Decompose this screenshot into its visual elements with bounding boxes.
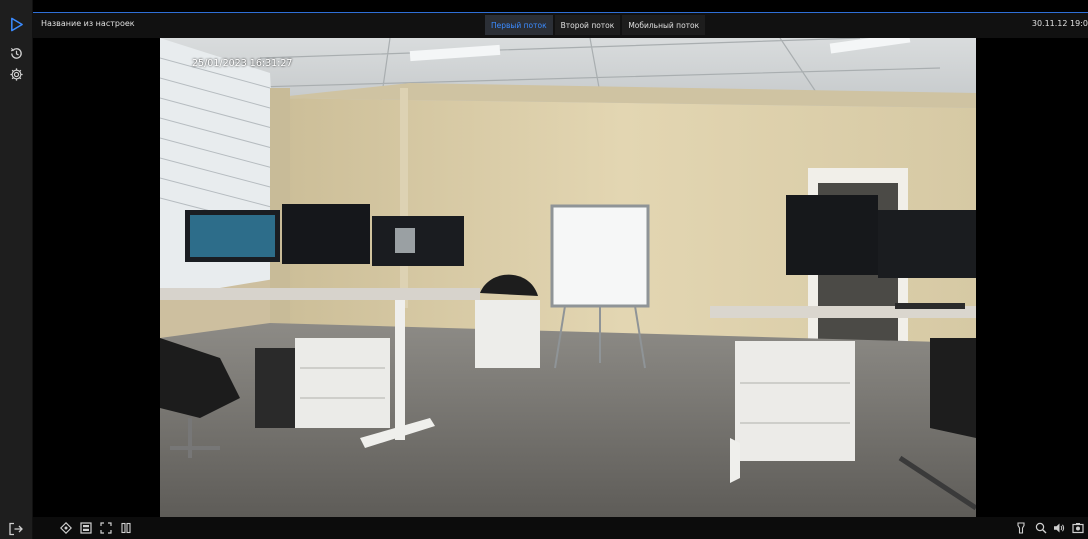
sidebar-item-settings[interactable] <box>8 66 25 83</box>
logout-icon <box>9 522 23 536</box>
fullscreen-icon <box>100 522 112 534</box>
camera-frame-image <box>160 38 976 517</box>
gear-icon <box>10 68 23 81</box>
layout-button[interactable] <box>79 521 93 535</box>
header-bar: Название из настроек Первый поток Второй… <box>33 13 1088 38</box>
video-timestamp: 25/01/2023 16:31:27 <box>192 58 293 69</box>
tab-mobile-stream[interactable]: Мобильный поток <box>622 15 706 35</box>
clock: 30.11.12 19:0 <box>1031 19 1088 28</box>
history-icon <box>10 47 22 59</box>
snapshot-button[interactable] <box>1071 521 1085 535</box>
play-icon <box>11 17 23 32</box>
tab-second-stream[interactable]: Второй поток <box>554 15 621 35</box>
stream-tabs: Первый поток Второй поток Мобильный пото… <box>485 15 706 35</box>
pause-icon <box>121 522 131 534</box>
layout-icon <box>80 522 92 534</box>
ptz-icon <box>60 522 72 534</box>
camera-viewer: Название из настроек Первый поток Второй… <box>0 0 1088 539</box>
zoom-icon <box>1035 522 1047 534</box>
bottom-toolbar <box>33 517 1088 539</box>
snapshot-icon <box>1072 523 1084 534</box>
ptz-button[interactable] <box>59 521 73 535</box>
zoom-button[interactable] <box>1034 521 1048 535</box>
camera-title: Название из настроек <box>41 19 135 28</box>
video-stream[interactable]: 25/01/2023 16:31:27 <box>160 38 976 517</box>
logout-button[interactable] <box>8 521 24 536</box>
tab-first-stream[interactable]: Первый поток <box>485 15 553 35</box>
left-sidebar <box>0 0 33 539</box>
flashlight-icon <box>1017 522 1025 534</box>
volume-icon <box>1054 523 1065 533</box>
flashlight-button[interactable] <box>1014 521 1028 535</box>
sidebar-item-archive[interactable] <box>8 45 25 62</box>
pause-button[interactable] <box>119 521 133 535</box>
sidebar-item-live[interactable] <box>8 16 25 33</box>
fullscreen-button[interactable] <box>99 521 113 535</box>
volume-button[interactable] <box>1052 521 1066 535</box>
